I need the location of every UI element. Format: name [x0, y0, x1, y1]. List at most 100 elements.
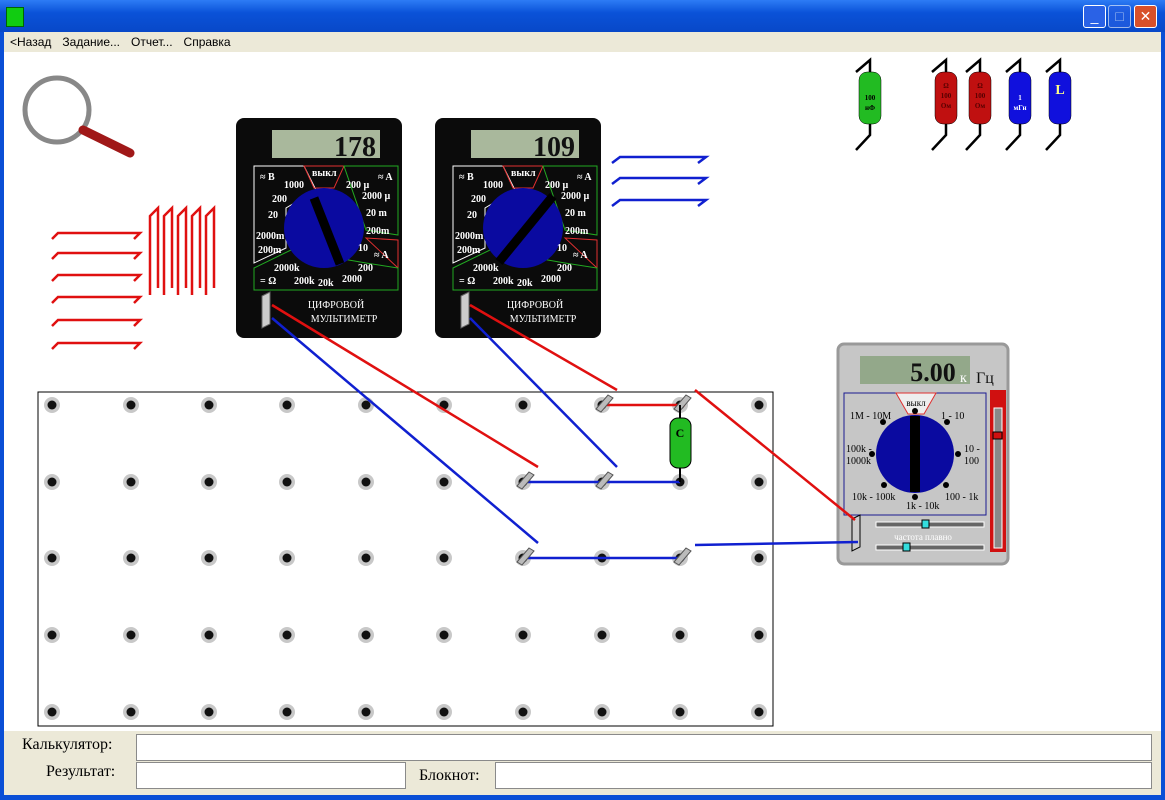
range-label: 1000 [284, 180, 304, 191]
range-label: ≈ B [459, 172, 474, 183]
multimeter-reading: 109 [533, 132, 575, 163]
spare-red-wire[interactable] [176, 204, 188, 295]
component-label: мГн [1014, 104, 1027, 112]
range-label: 2000 µ [362, 191, 391, 202]
range-label: 2000 [541, 274, 561, 285]
amplitude-thumb[interactable] [992, 431, 1003, 440]
component-label: нФ [865, 104, 875, 112]
range-label: 20 m [366, 208, 388, 219]
multimeter-jack[interactable] [460, 291, 470, 329]
multimeter-jack[interactable] [261, 291, 271, 329]
generator-prefix: к [960, 371, 967, 386]
range-label: 1 - 10 [941, 411, 964, 422]
range-label: ≈ A [573, 250, 588, 261]
result-field[interactable] [136, 762, 406, 789]
range-label: ≈ B [260, 172, 275, 183]
range-label: 200 µ [545, 180, 569, 191]
range-label: 20k [517, 278, 533, 289]
bottom-panel: Калькулятор: Результат: Блокнот: [4, 731, 1161, 795]
component-label: Ом [975, 102, 985, 110]
range-label: 1000k [846, 456, 871, 467]
spare-red-wire[interactable] [162, 204, 174, 295]
component-label: 1 [1018, 94, 1022, 102]
range-label: 200m [457, 245, 481, 256]
spare-inductor1[interactable]: 1 мГн [1005, 57, 1032, 151]
range-label: 20 [268, 210, 278, 221]
component-label: 100 [975, 92, 986, 100]
spare-red-wire[interactable] [51, 341, 144, 350]
range-label: = Ω [459, 276, 475, 287]
range-label: 20 [467, 210, 477, 221]
fine-frequency-label: частота плавно [894, 532, 952, 542]
range-label: 200k [294, 276, 315, 287]
multimeter-title: ЦИФРОВОЙ [507, 299, 563, 311]
spare-red-wire[interactable] [51, 251, 144, 260]
component-label: Ω [977, 82, 983, 90]
spare-red-wire[interactable] [51, 273, 144, 282]
range-label: 1M - 10M [850, 411, 891, 422]
range-label: 100 - 1k [945, 492, 978, 503]
notepad-label: Блокнот: [419, 767, 480, 784]
calculator-label: Калькулятор: [22, 736, 113, 753]
component-label: 100 [941, 92, 952, 100]
component-label: 100 [865, 94, 876, 102]
range-label: ≈ A [378, 172, 393, 183]
calculator-input[interactable] [136, 734, 1152, 761]
range-label: 100k - [846, 444, 872, 455]
range-label: 200 µ [346, 180, 370, 191]
spare-resistor2[interactable]: Ω 100 Ом [965, 57, 992, 151]
component-label: Ω [943, 82, 949, 90]
generator-reading: 5.00 [910, 358, 956, 387]
coarse-slider[interactable] [875, 521, 985, 528]
spare-red-wire[interactable] [190, 204, 202, 295]
range-label: 2000 [342, 274, 362, 285]
multimeter-2[interactable]: 109 ≈ B 1000 200 20 2000m 200m 2000k = Ω 200k 20k 2… [435, 118, 601, 338]
range-label: 200k [493, 276, 514, 287]
range-label: 200 [557, 263, 572, 274]
range-label: 20 m [565, 208, 587, 219]
range-label: 10 [557, 243, 567, 254]
fine-slider[interactable] [875, 544, 985, 551]
range-label: 200 [358, 263, 373, 274]
range-label: 200m [565, 226, 589, 237]
range-label: 2000m [455, 231, 484, 242]
component-label: L [1055, 83, 1064, 98]
coarse-slider-thumb[interactable] [921, 519, 930, 529]
multimeter-title: МУЛЬТИМЕТР [311, 314, 378, 325]
spare-red-wire[interactable] [148, 204, 160, 295]
multimeter-reading: 178 [334, 132, 376, 163]
range-label: 1000 [483, 180, 503, 191]
spare-blue-wire[interactable] [611, 176, 710, 185]
range-label: ≈ A [374, 250, 389, 261]
spare-inductor2[interactable]: L [1045, 57, 1072, 151]
range-label: 2000m [256, 231, 285, 242]
range-label: 2000 µ [561, 191, 590, 202]
range-label: 200 [272, 194, 287, 205]
range-label: 20k [318, 278, 334, 289]
range-label: 10k - 100k [852, 492, 895, 503]
range-label: 1k - 10k [906, 501, 939, 512]
spare-red-wire[interactable] [51, 295, 144, 304]
range-label: 200m [258, 245, 282, 256]
fine-slider-thumb[interactable] [902, 542, 911, 552]
range-label: 10 - [964, 444, 980, 455]
multimeter-1[interactable]: 178 ≈ B 1000 200 20 2000m 200m 2000k = Ω 200k 20k 2… [236, 118, 402, 338]
spare-red-wire[interactable] [204, 204, 216, 295]
range-label: 100 [964, 456, 979, 467]
range-label: ≈ A [577, 172, 592, 183]
generator-off-label: выкл [906, 398, 926, 408]
spare-resistor1[interactable]: Ω 100 Ом [931, 57, 958, 151]
spare-red-wire[interactable] [51, 231, 144, 240]
spare-red-wire[interactable] [51, 318, 144, 327]
magnifier-icon[interactable] [22, 75, 135, 158]
spare-blue-wire[interactable] [611, 198, 710, 207]
spare-capacitor[interactable]: 100 нФ [855, 57, 882, 151]
range-label: выкл [511, 168, 536, 179]
generator-jack[interactable] [851, 514, 861, 552]
range-label: выкл [312, 168, 337, 179]
range-label: = Ω [260, 276, 276, 287]
capacitor-label: C [676, 426, 685, 440]
spare-blue-wire[interactable] [611, 155, 710, 164]
signal-generator[interactable]: 5.00 к Гц выкл 1M - 10M 1 - 10 100k - 10… [836, 342, 1010, 566]
notepad-input[interactable] [495, 762, 1152, 789]
